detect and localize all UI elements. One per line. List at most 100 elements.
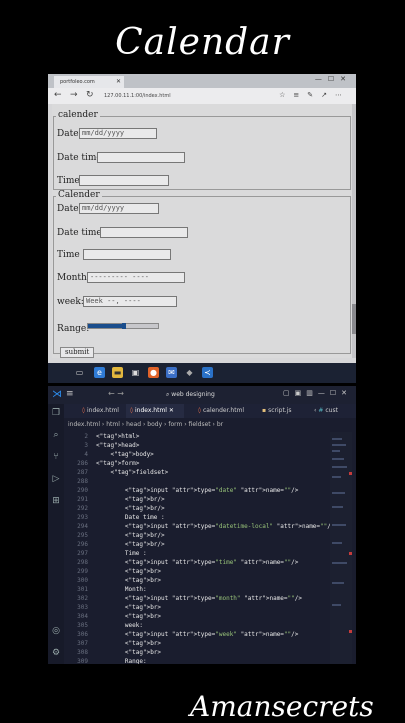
code-line[interactable]: 305 week:	[64, 621, 143, 630]
code-line[interactable]: 296 <"tag">br/>	[64, 540, 164, 549]
line-number: 308	[77, 649, 88, 656]
minimap[interactable]	[330, 432, 352, 664]
range-thumb[interactable]	[122, 323, 126, 329]
browser-toolbar-icons[interactable]: ☆≡✎↗⋯	[279, 91, 350, 99]
code-line[interactable]: 2 <"tag">html>	[64, 432, 139, 441]
time-input-2[interactable]	[83, 249, 171, 260]
breadcrumb[interactable]: index.html › html › head › body › form ›…	[68, 420, 348, 430]
code-text: <"tag">fieldset>	[96, 469, 169, 476]
overlay-title: Calendar	[115, 22, 290, 63]
close-icon[interactable]: ✕	[116, 76, 121, 88]
code-line[interactable]: 295 <"tag">br/>	[64, 531, 164, 540]
store-icon[interactable]: ▣	[130, 367, 141, 378]
tab-index-1[interactable]: ◊ index.html	[78, 404, 124, 418]
code-text: Range:	[96, 658, 147, 664]
file-explorer-icon[interactable]: ▬	[112, 367, 123, 378]
settings-gear-icon[interactable]: ⚙	[51, 648, 61, 658]
line-number: 300	[77, 577, 88, 584]
code-line[interactable]: 304 <"tag">br>	[64, 612, 161, 621]
code-line[interactable]: 287 <"tag">fieldset>	[64, 468, 168, 477]
code-line[interactable]: 4 <"tag">body>	[64, 450, 153, 459]
date-input-2[interactable]: mm/dd/yyyy	[79, 203, 159, 214]
explorer-icon[interactable]: ❐	[51, 408, 61, 418]
code-line[interactable]: 297 Time :	[64, 549, 146, 558]
code-line[interactable]: 306 <"tag">input "attr">type="week" "att…	[64, 630, 298, 639]
code-line[interactable]: 302 <"tag">input "attr">type="month" "at…	[64, 594, 302, 603]
minimap-line	[332, 444, 346, 446]
search-icon[interactable]: ⌕	[51, 430, 61, 440]
code-line[interactable]: 292 <"tag">br/>	[64, 504, 164, 513]
refresh-icon[interactable]: ↻	[86, 90, 94, 100]
tab-label: index.html	[86, 407, 119, 414]
minimap-line	[332, 476, 341, 478]
submit-button[interactable]: submit	[60, 347, 95, 358]
line-number: 290	[77, 487, 88, 494]
date-label-2: Date:	[57, 204, 82, 214]
browser-tab[interactable]: portfoleo.com ✕	[54, 76, 124, 88]
datetime-input-2[interactable]	[100, 227, 188, 238]
code-line[interactable]: 294 <"tag">input "attr">type="datetime-l…	[64, 522, 334, 531]
url-field[interactable]: 127.00.11.1:00/index.html	[104, 91, 274, 101]
code-line[interactable]: 301 Month:	[64, 585, 146, 594]
tab-cust[interactable]: ‹ # cust	[310, 404, 350, 418]
code-text: Date time :	[96, 514, 165, 521]
page-scrollbar-thumb[interactable]	[352, 304, 356, 334]
minimap-error-marker	[349, 552, 352, 555]
close-icon[interactable]: ✕	[169, 407, 174, 414]
app-icon[interactable]: ◆	[184, 367, 195, 378]
code-line[interactable]: 286 <"tag">form>	[64, 459, 139, 468]
code-line[interactable]: 309 Range:	[64, 657, 147, 664]
code-editor[interactable]: 2 <"tag">html> 3 <"tag">head> 4 <"tag">body>…	[64, 432, 334, 664]
back-arrow-icon[interactable]: ←	[54, 90, 62, 100]
command-search[interactable]: ⌕ web designing	[166, 390, 242, 400]
time-input-1[interactable]	[79, 175, 169, 186]
vscode-window-controls[interactable]: ▢▣▥—☐✕	[283, 389, 352, 397]
code-line[interactable]: 290 <"tag">input "attr">type="date" "att…	[64, 486, 298, 495]
line-number: 287	[77, 469, 88, 476]
date-input-1[interactable]: mm/dd/yyyy	[79, 128, 157, 139]
tab-index-active[interactable]: ◊ index.html ✕	[126, 404, 184, 418]
minimap-line	[332, 438, 342, 440]
code-line[interactable]: 307 <"tag">br>	[64, 639, 161, 648]
code-text: <"tag">input "attr">type="date" "attr">n…	[96, 487, 299, 494]
line-number: 304	[77, 613, 88, 620]
edge-icon[interactable]: e	[94, 367, 105, 378]
task-view-icon[interactable]: ▭	[74, 367, 85, 378]
code-text: <"tag">input "attr">type="week" "attr">n…	[96, 631, 299, 638]
minimap-line	[332, 492, 345, 494]
week-input[interactable]: Week --, ----	[83, 296, 177, 307]
tab-calender[interactable]: ◊ calender.html	[194, 404, 252, 418]
code-line[interactable]: 3 <"tag">head>	[64, 441, 139, 450]
menu-icon[interactable]: ≡	[66, 389, 74, 399]
vscode-taskbar-icon[interactable]: ≺	[202, 367, 213, 378]
code-line[interactable]: 288	[64, 477, 96, 486]
mail-icon[interactable]: ✉	[166, 367, 177, 378]
code-line[interactable]: 308 <"tag">br>	[64, 648, 161, 657]
tab-label: index.html	[134, 407, 167, 414]
code-line[interactable]: 298 <"tag">input "attr">type="time" "att…	[64, 558, 298, 567]
code-line[interactable]: 299 <"tag">br>	[64, 567, 161, 576]
line-number: 298	[77, 559, 88, 566]
code-line[interactable]: 291 <"tag">br/>	[64, 495, 164, 504]
tab-script[interactable]: ▪ script.js	[258, 404, 302, 418]
window-controls[interactable]: —☐✕	[315, 75, 352, 83]
code-line[interactable]: 300 <"tag">br>	[64, 576, 161, 585]
code-text: <"tag">form>	[96, 460, 140, 467]
vscode-logo-icon: ⋊	[52, 389, 62, 400]
code-line[interactable]: 293 Date time :	[64, 513, 165, 522]
datetime-input-1[interactable]	[97, 152, 185, 163]
navigation-arrows-icon[interactable]: ← →	[108, 389, 124, 398]
source-control-icon[interactable]: ⑂	[51, 452, 61, 462]
forward-arrow-icon[interactable]: →	[70, 90, 78, 100]
line-number: 301	[77, 586, 88, 593]
extensions-icon[interactable]: ⊞	[51, 496, 61, 506]
line-number: 295	[77, 532, 88, 539]
firefox-icon[interactable]: ●	[148, 367, 159, 378]
run-debug-icon[interactable]: ▷	[51, 474, 61, 484]
month-input[interactable]: --------- ----	[87, 272, 185, 283]
code-text: <"tag">br>	[96, 649, 162, 656]
line-number: 303	[77, 604, 88, 611]
range-slider[interactable]	[87, 323, 159, 329]
account-icon[interactable]: ◎	[51, 626, 61, 636]
code-line[interactable]: 303 <"tag">br>	[64, 603, 161, 612]
